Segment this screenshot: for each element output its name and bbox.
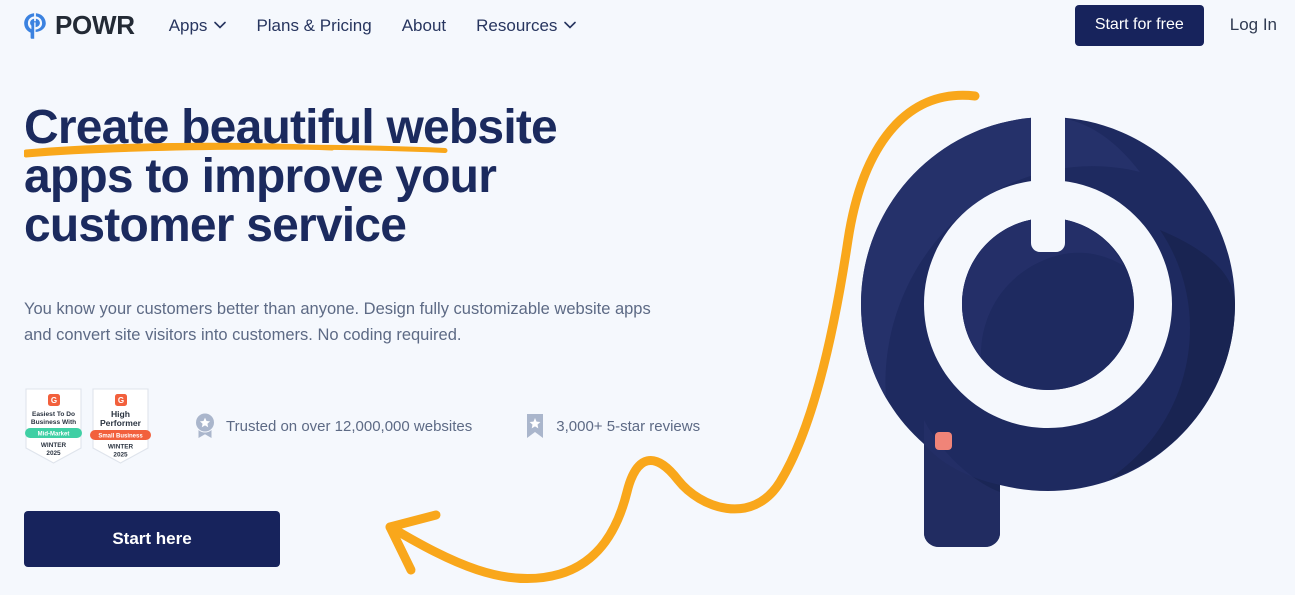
site-header: POWR Apps Plans & Pricing About Resource…: [0, 0, 1295, 50]
svg-text:G: G: [118, 396, 124, 405]
coral-square: [935, 432, 952, 450]
nav-item-label: Resources: [476, 15, 558, 35]
badge-year: 2025: [113, 452, 128, 459]
g2-badge-high-performer[interactable]: G High Performer Small Business WINTER 2…: [89, 386, 152, 466]
headline-line-2-text: apps to improve your: [24, 150, 497, 203]
page-title: Create beautiful website apps to improve…: [24, 101, 684, 252]
nav-item-label: About: [401, 15, 447, 35]
headline-line-3-text: customer service: [24, 199, 407, 252]
nav-item-label: Apps: [168, 15, 208, 35]
headline-line-2: apps to improve your: [24, 150, 684, 203]
landing-page: POWR Apps Plans & Pricing About Resource…: [0, 0, 1295, 595]
hero-content: Create beautiful website apps to improve…: [24, 101, 704, 348]
trust-item-label: Trusted on over 12,000,000 websites: [226, 417, 473, 435]
social-proof-row: G Easiest To Do Business With Mid-Market…: [22, 386, 700, 466]
start-for-free-button[interactable]: Start for free: [1074, 4, 1204, 46]
purple-square: [1018, 270, 1050, 302]
login-link[interactable]: Log In: [1230, 15, 1277, 35]
powr-logo[interactable]: POWR: [22, 11, 135, 39]
headline-line-1: Create beautiful website: [24, 101, 558, 154]
trust-item-reviews: 3,000+ 5-star reviews: [524, 413, 700, 439]
main-nav: Apps Plans & Pricing About Resources: [169, 17, 577, 34]
nav-item-apps[interactable]: Apps: [169, 17, 227, 34]
badge-season: WINTER: [41, 442, 67, 449]
headline-line-3: customer service: [24, 199, 684, 252]
nav-item-label: Plans & Pricing: [256, 15, 372, 35]
nav-item-about[interactable]: About: [402, 17, 446, 34]
bookmark-star-icon: [524, 413, 546, 439]
badge-segment: Small Business: [98, 433, 143, 439]
svg-text:G: G: [51, 396, 57, 405]
trust-item-websites: Trusted on over 12,000,000 websites: [194, 413, 472, 439]
logo-wordmark: POWR: [55, 10, 135, 40]
hero-graphic: [695, 0, 1295, 595]
nav-item-plans-pricing[interactable]: Plans & Pricing: [256, 17, 371, 34]
nav-item-resources[interactable]: Resources: [476, 15, 577, 35]
badge-year: 2025: [46, 450, 61, 457]
g2-badges: G Easiest To Do Business With Mid-Market…: [22, 386, 152, 466]
award-ribbon-icon: [194, 413, 216, 439]
power-icon: [22, 11, 48, 39]
badge-title-line2: Business With: [31, 419, 76, 426]
chevron-down-icon: [214, 21, 227, 29]
badge-segment: Mid-Market: [38, 431, 70, 437]
chevron-down-icon: [564, 21, 577, 29]
badge-title-line1: Easiest To Do: [32, 411, 75, 418]
badge-season: WINTER: [108, 444, 134, 451]
powr-power-symbol-logo: [861, 100, 1235, 547]
start-here-button[interactable]: Start here: [24, 511, 280, 567]
header-actions: Start for free Log In: [1074, 0, 1277, 50]
badge-title-line2: Performer: [100, 418, 142, 428]
trust-item-label: 3,000+ 5-star reviews: [556, 417, 701, 435]
g2-badge-easiest-to-do-business-with[interactable]: G Easiest To Do Business With Mid-Market…: [22, 386, 85, 466]
hero-subtext: You know your customers better than anyo…: [24, 300, 651, 344]
trust-indicators: Trusted on over 12,000,000 websites 3,00…: [194, 413, 700, 439]
